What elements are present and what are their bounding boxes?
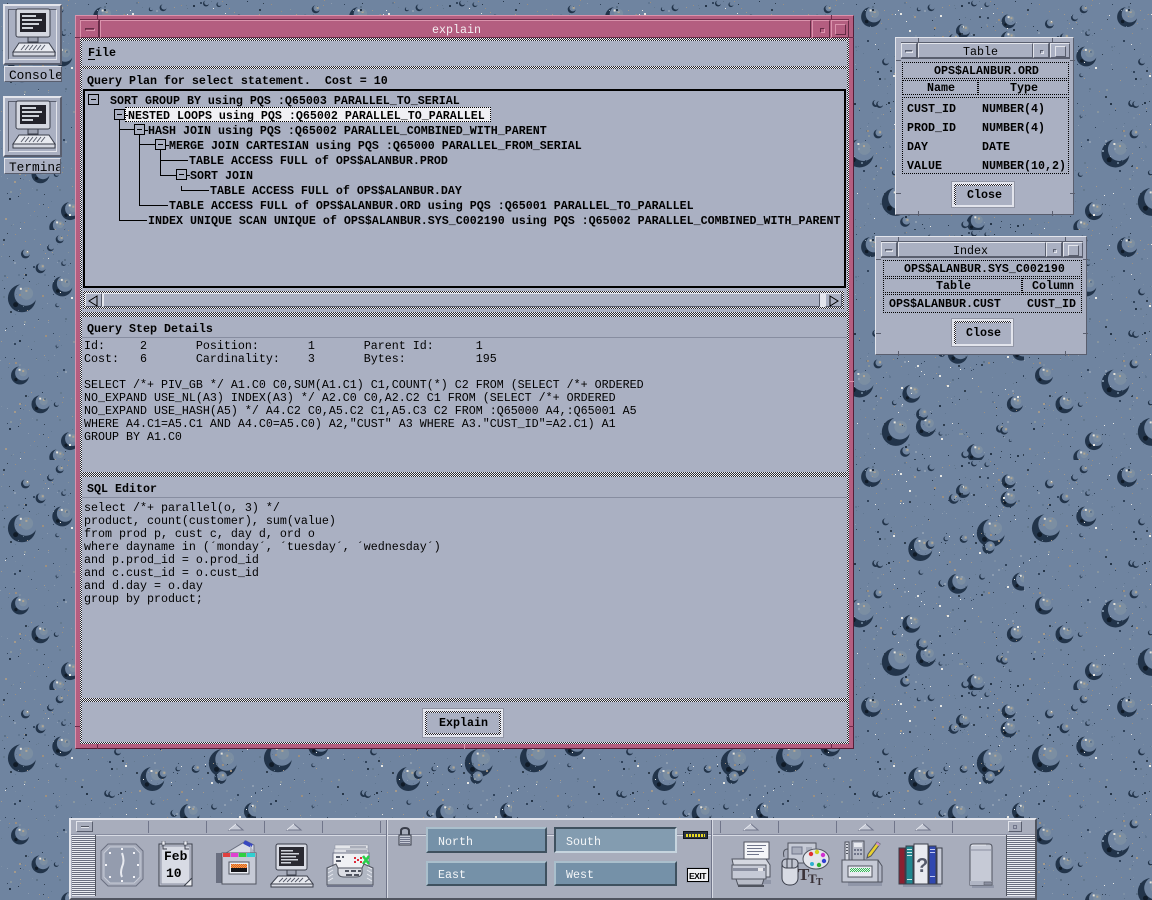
svg-text:Feb: Feb [164,849,188,864]
svg-text:?: ? [916,855,928,877]
svg-text:10: 10 [166,866,182,881]
svg-text:T: T [816,877,823,888]
